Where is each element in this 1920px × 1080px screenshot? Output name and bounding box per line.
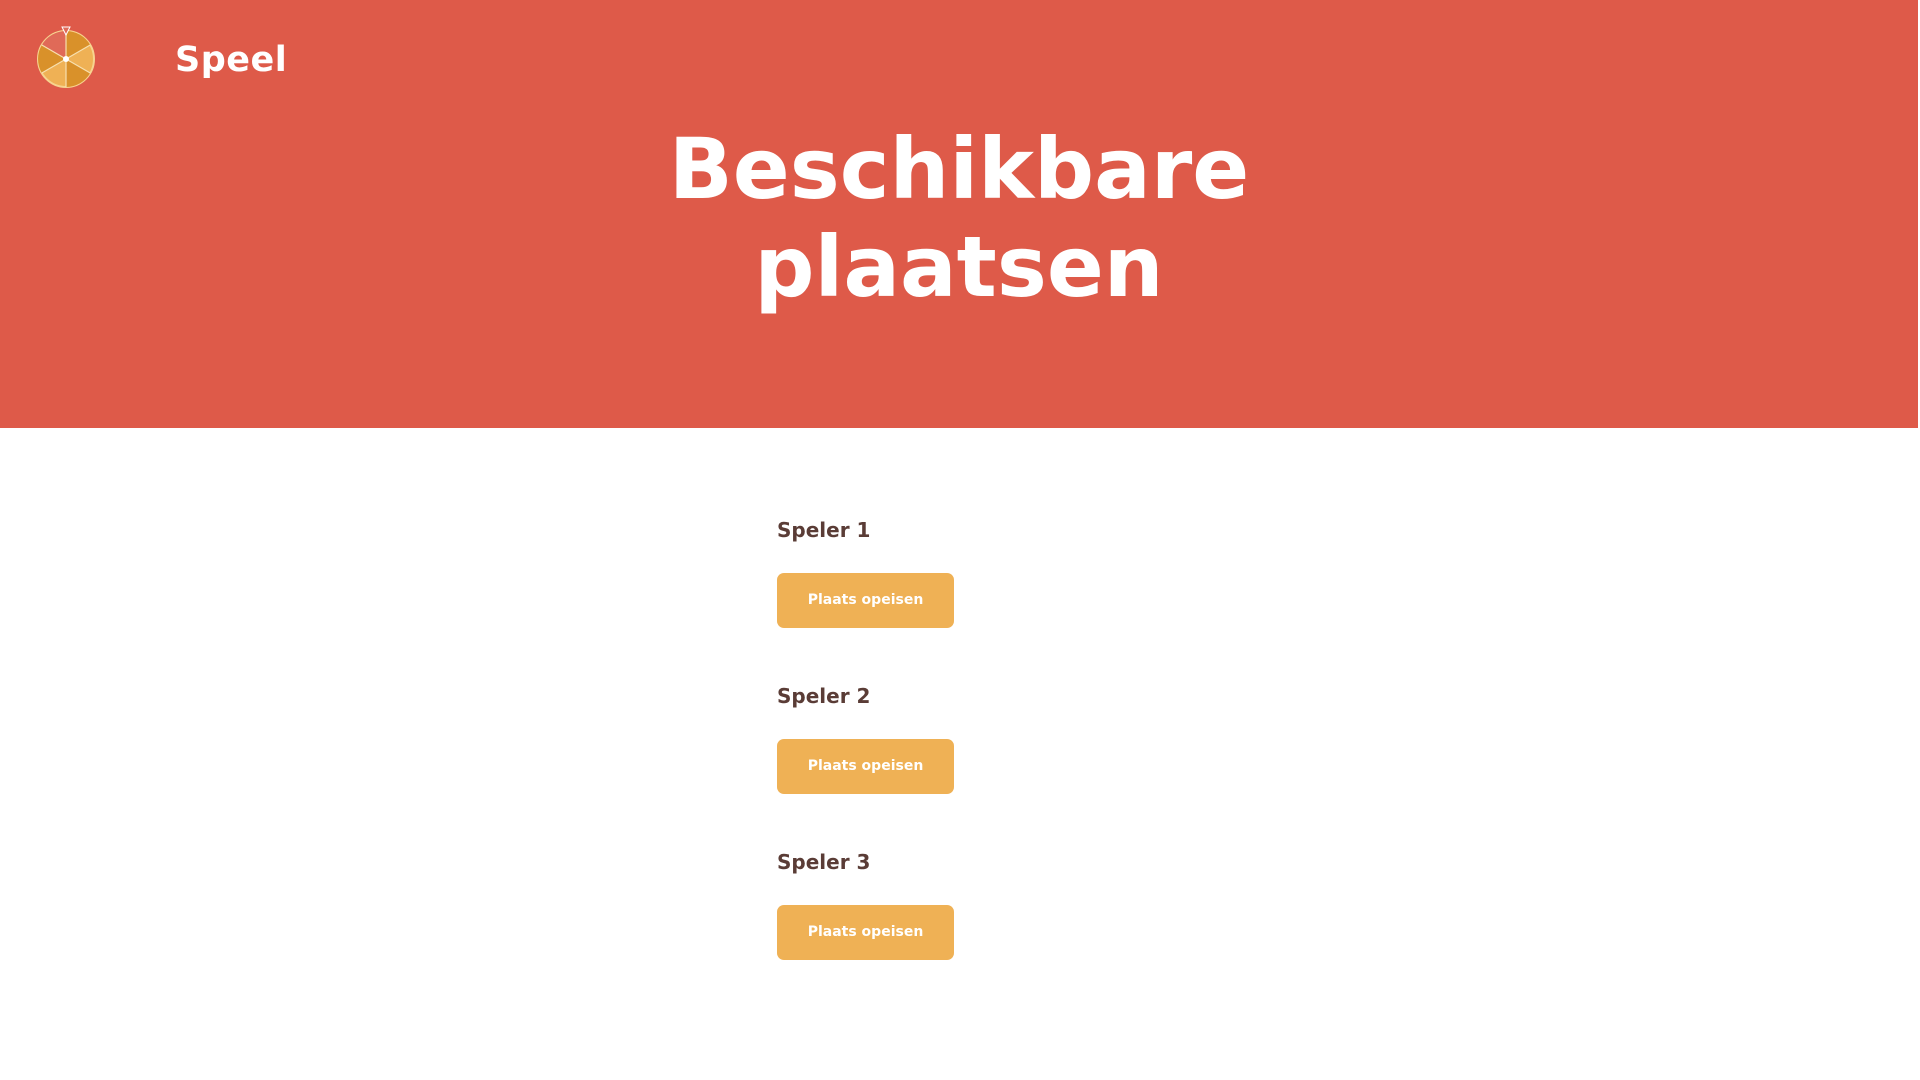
brand-link[interactable]: Speel xyxy=(175,36,287,84)
page-title-line-2: plaatsen xyxy=(754,218,1164,316)
player-slot-label: Speler 1 xyxy=(777,518,871,542)
claim-slot-button[interactable]: Plaats opeisen xyxy=(777,905,954,960)
page-title-line-1: Beschikbare xyxy=(668,120,1250,218)
prize-wheel-icon[interactable] xyxy=(35,26,97,88)
page-title: Beschikbare plaatsen xyxy=(0,120,1918,316)
player-slot: Speler 2 Plaats opeisen xyxy=(777,676,1177,842)
claim-slot-button[interactable]: Plaats opeisen xyxy=(777,739,954,794)
player-slot-label: Speler 2 xyxy=(777,684,871,708)
claim-slot-button[interactable]: Plaats opeisen xyxy=(777,573,954,628)
player-slot-label: Speler 3 xyxy=(777,850,871,874)
player-slot: Speler 3 Plaats opeisen xyxy=(777,842,1177,1008)
player-slot: Speler 1 Plaats opeisen xyxy=(777,510,1177,676)
page-header: Speel Beschikbare plaatsen xyxy=(0,0,1918,428)
available-slots-list: Speler 1 Plaats opeisen Speler 2 Plaats … xyxy=(777,510,1177,1008)
